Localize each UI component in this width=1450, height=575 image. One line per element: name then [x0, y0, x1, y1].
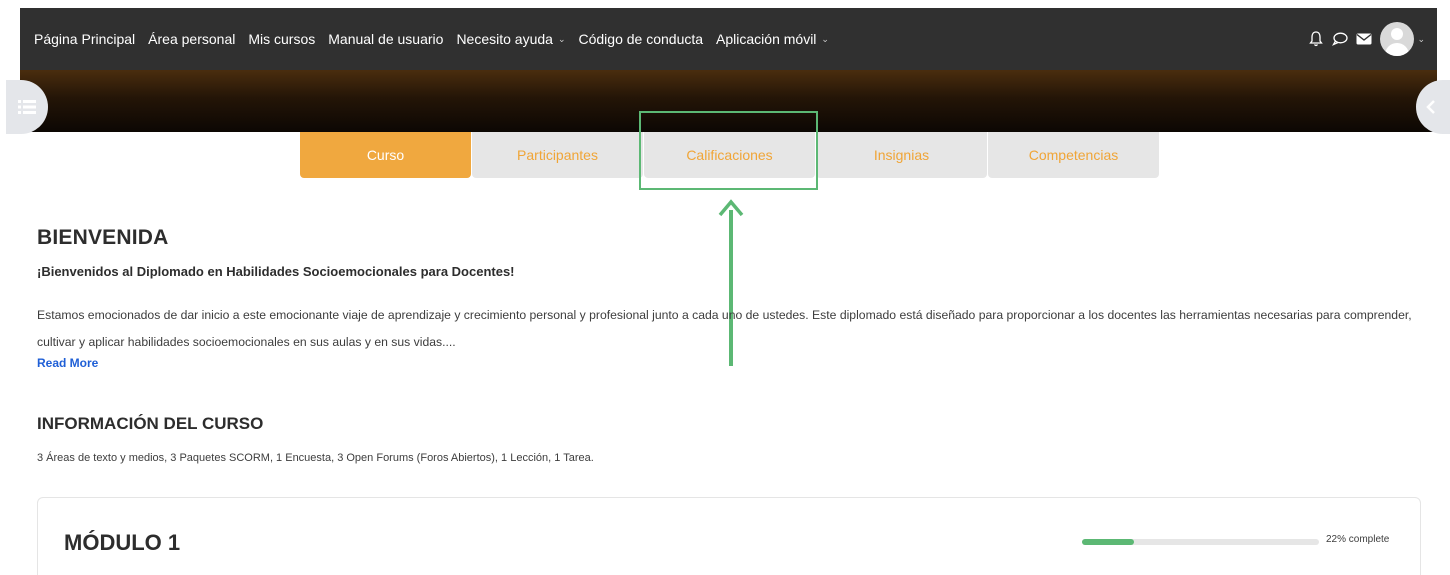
nav-item-pagina-principal[interactable]: Página Principal: [34, 31, 135, 47]
progress-fill: [1082, 539, 1135, 545]
nav-label: Código de conducta: [578, 31, 704, 47]
nav-item-mis-cursos[interactable]: Mis cursos: [248, 31, 315, 47]
chat-icon[interactable]: [1330, 29, 1350, 49]
nav-item-aplicacion-movil[interactable]: Aplicación móvil ⌄: [716, 31, 829, 47]
nav-item-codigo-de-conducta[interactable]: Código de conducta: [579, 31, 704, 47]
tab-curso[interactable]: Curso: [300, 132, 471, 178]
nav-label: Manual de usuario: [328, 31, 444, 47]
nav-item-necesito-ayuda[interactable]: Necesito ayuda ⌄: [456, 31, 565, 47]
welcome-paragraph: Estamos emocionados de dar inicio a este…: [37, 308, 1412, 349]
top-navbar: Página Principal Área personal Mis curso…: [20, 8, 1437, 70]
tab-competencias[interactable]: Competencias: [988, 132, 1159, 178]
chevron-down-icon: ⌄: [821, 33, 829, 44]
nav-label: Mis cursos: [248, 31, 316, 47]
course-info-heading: INFORMACIÓN DEL CURSO: [37, 414, 264, 433]
module-card[interactable]: MÓDULO 1 22% complete: [37, 497, 1421, 575]
read-more-link[interactable]: Read More: [37, 356, 98, 370]
welcome-heading: BIENVENIDA: [37, 226, 169, 249]
nav-item-manual-de-usuario[interactable]: Manual de usuario: [328, 31, 443, 47]
annotation-highlight-box: [639, 111, 818, 190]
bell-icon[interactable]: [1306, 29, 1326, 49]
nav-label: Página Principal: [34, 31, 136, 47]
tab-label: Curso: [366, 147, 405, 163]
navbar-user-area: ⌄: [1302, 8, 1425, 70]
progress-label: 22% complete: [1326, 534, 1390, 545]
tab-insignias[interactable]: Insignias: [816, 132, 987, 178]
envelope-icon[interactable]: [1354, 29, 1374, 49]
tab-label: Participantes: [517, 147, 598, 163]
list-icon: [18, 100, 36, 114]
chevron-left-icon: [1426, 100, 1435, 114]
nav-label: Área personal: [148, 31, 236, 47]
chevron-down-icon[interactable]: ⌄: [1417, 34, 1425, 45]
nav-label: Aplicación móvil: [716, 31, 817, 47]
nav-label: Necesito ayuda: [456, 31, 553, 47]
module-title: MÓDULO 1: [64, 530, 181, 555]
chevron-down-icon: ⌄: [557, 33, 566, 44]
course-info-summary: 3 Áreas de texto y medios, 3 Paquetes SC…: [37, 452, 594, 464]
nav-item-area-personal[interactable]: Área personal: [148, 31, 235, 47]
arrow-head-icon: [718, 199, 744, 217]
module-progress-bar: [1082, 539, 1319, 545]
tab-label: Competencias: [1028, 147, 1119, 163]
tab-participantes[interactable]: Participantes: [472, 132, 643, 178]
tab-label: Insignias: [873, 147, 930, 163]
welcome-subtitle: ¡Bienvenidos al Diplomado en Habilidades…: [37, 264, 515, 279]
user-avatar[interactable]: [1380, 22, 1415, 56]
